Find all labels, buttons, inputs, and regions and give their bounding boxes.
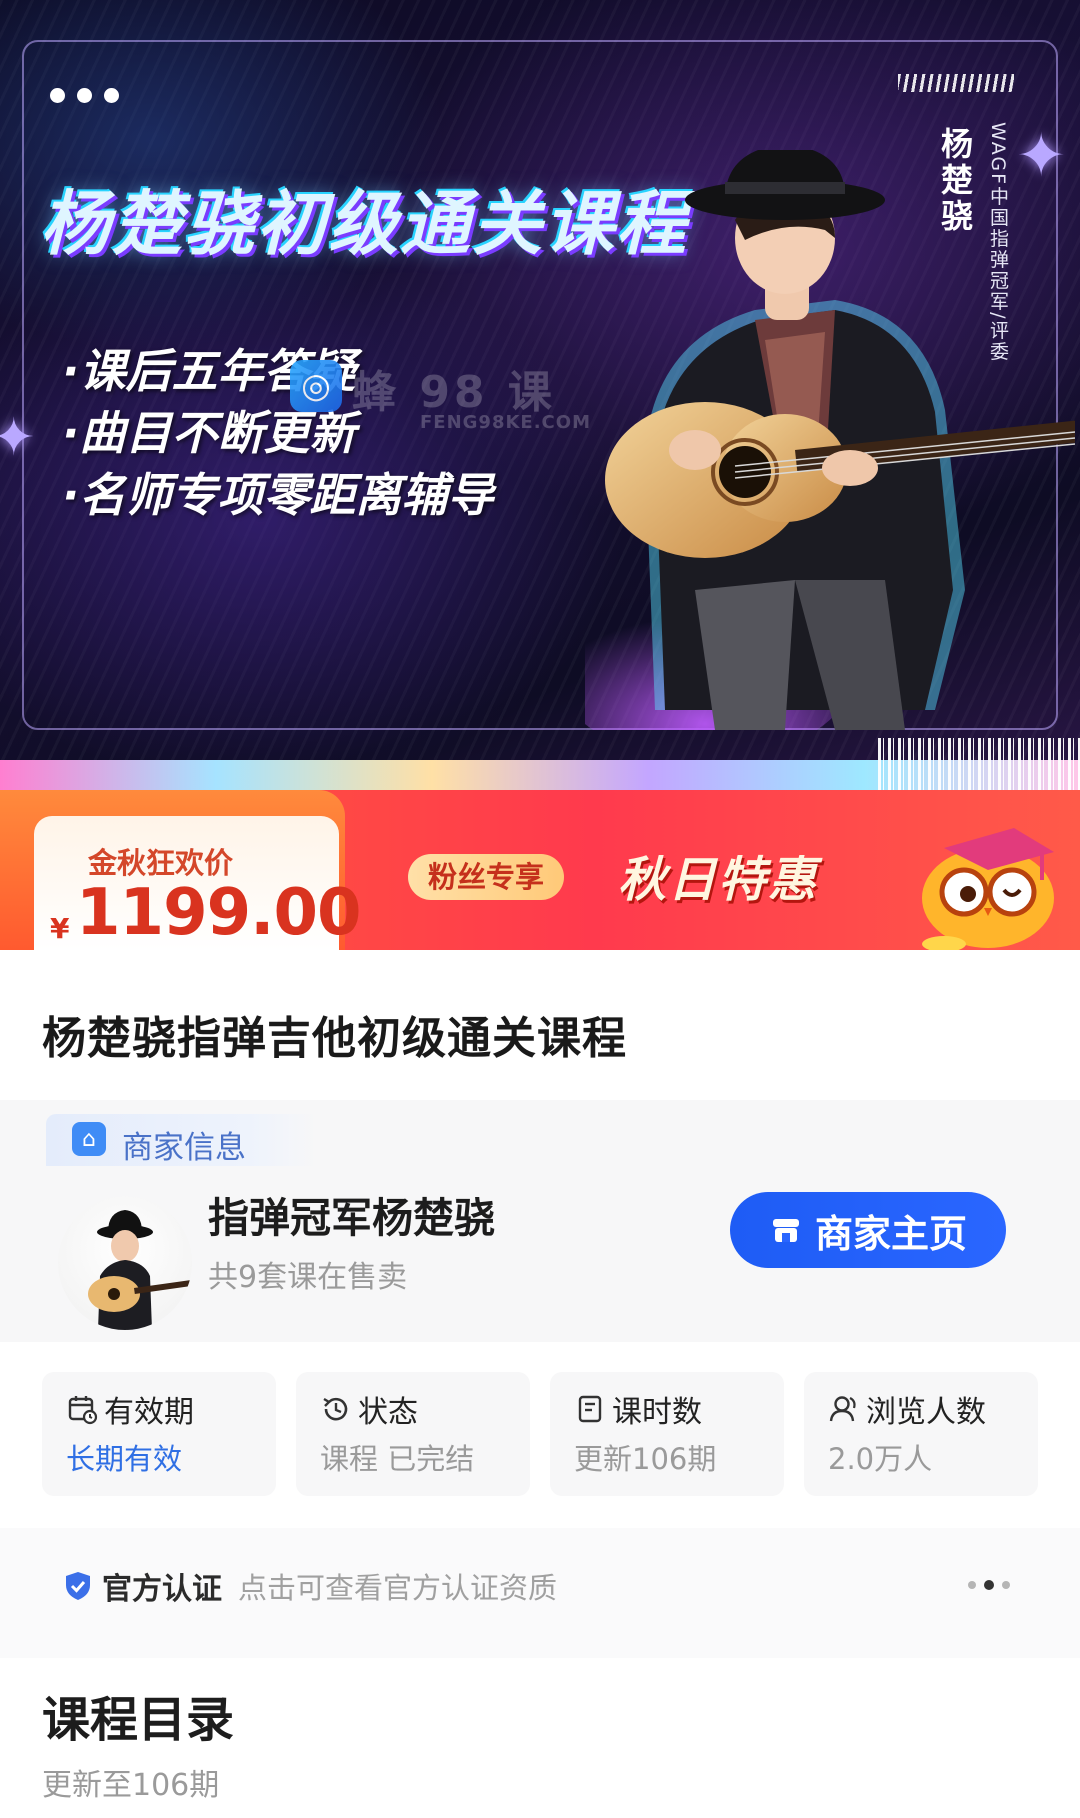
stat-status: 状态 课程 已完结 [296, 1372, 530, 1496]
merchant-info-label: 商家信息 [122, 1130, 246, 1166]
barcode-decoration [878, 738, 1080, 790]
watermark-logo-icon: ◎ [290, 360, 342, 412]
promo-bar: 金秋狂欢价 ¥ 1199.00 粉丝专享 秋日特惠 [0, 790, 1080, 950]
stat-views: 浏览人数 2.0万人 [804, 1372, 1038, 1496]
stat-value: 更新106期 [574, 1442, 717, 1476]
stat-value: 长期有效 [66, 1442, 183, 1476]
course-title: 杨楚骁指弹吉他初级通关课程 [42, 1013, 627, 1064]
teacher-title-vertical: WAGF中国指弹冠军/评委 [987, 122, 1009, 363]
user-icon [829, 1396, 856, 1422]
shield-check-icon [66, 1572, 90, 1600]
merchant-homepage-label: 商家主页 [814, 1211, 967, 1256]
catalog-title: 课程目录 [42, 1692, 235, 1748]
certification-text: 点击可查看官方认证资质 [238, 1571, 558, 1605]
price-card: 金秋狂欢价 ¥ 1199.00 [0, 790, 361, 950]
course-banner[interactable]: ✦ ✦ 杨楚骁初级通关课程 ·课后五年答疑 ·曲目不断更新 ·名师专项零距离辅导 [0, 0, 1080, 790]
stat-label: 状态 [358, 1395, 418, 1430]
store-icon: ⌂ [72, 1122, 106, 1156]
stat-label: 课时数 [612, 1395, 702, 1430]
watermark-url: FENG98KE.COM [420, 412, 591, 433]
certification-title: 官方认证 [102, 1572, 222, 1607]
price-value: 1199.00 [76, 876, 361, 950]
teacher-name-vertical: 杨楚骁 [940, 125, 973, 235]
more-options-icon[interactable] [968, 1580, 1010, 1590]
stat-value: 课程 已完结 [320, 1442, 475, 1476]
sparkle-icon: ✦ [0, 408, 36, 468]
stat-label: 有效期 [104, 1395, 194, 1430]
stat-value: 2.0万人 [828, 1442, 933, 1476]
fans-exclusive-tag: 粉丝专享 [408, 854, 565, 900]
stat-label: 浏览人数 [866, 1395, 986, 1430]
calendar-icon [68, 1396, 98, 1425]
banner-stripes-decoration [898, 74, 1014, 92]
promo-title: 秋日特惠 [618, 852, 819, 908]
stat-lessons: 课时数 更新106期 [550, 1372, 784, 1496]
history-icon [323, 1397, 348, 1421]
merchant-info-tag: ⌂ 商家信息 [46, 1114, 316, 1166]
merchant-course-count: 共9套课在售卖 [208, 1260, 408, 1295]
merchant-card: ⌂ 商家信息 指弹冠军杨楚骁 共9套课在售卖 商家主页 [0, 1100, 1080, 1342]
merchant-homepage-button[interactable]: 商家主页 [730, 1192, 1006, 1268]
more-dots-icon[interactable] [50, 88, 119, 103]
stat-validity: 有效期 长期有效 [42, 1372, 276, 1496]
banner-bullet: ·名师专项零距离辅导 [62, 468, 494, 522]
merchant-name[interactable]: 指弹冠军杨楚骁 [208, 1184, 495, 1244]
document-icon [578, 1395, 602, 1423]
price-currency: ¥ [50, 912, 70, 945]
merchant-avatar[interactable] [58, 1196, 192, 1330]
catalog-subtitle: 更新至106期 [42, 1768, 220, 1803]
owl-mascot-icon [922, 828, 1054, 950]
watermark-text: 蜂 98 课 [352, 367, 556, 418]
official-certification[interactable]: 官方认证 点击可查看官方认证资质 [64, 1564, 557, 1608]
course-stats: 有效期 长期有效 状态 课程 已完结 课时数 更新106期 浏览人数 2.0万人 [42, 1372, 1038, 1496]
shop-icon [772, 1219, 799, 1242]
